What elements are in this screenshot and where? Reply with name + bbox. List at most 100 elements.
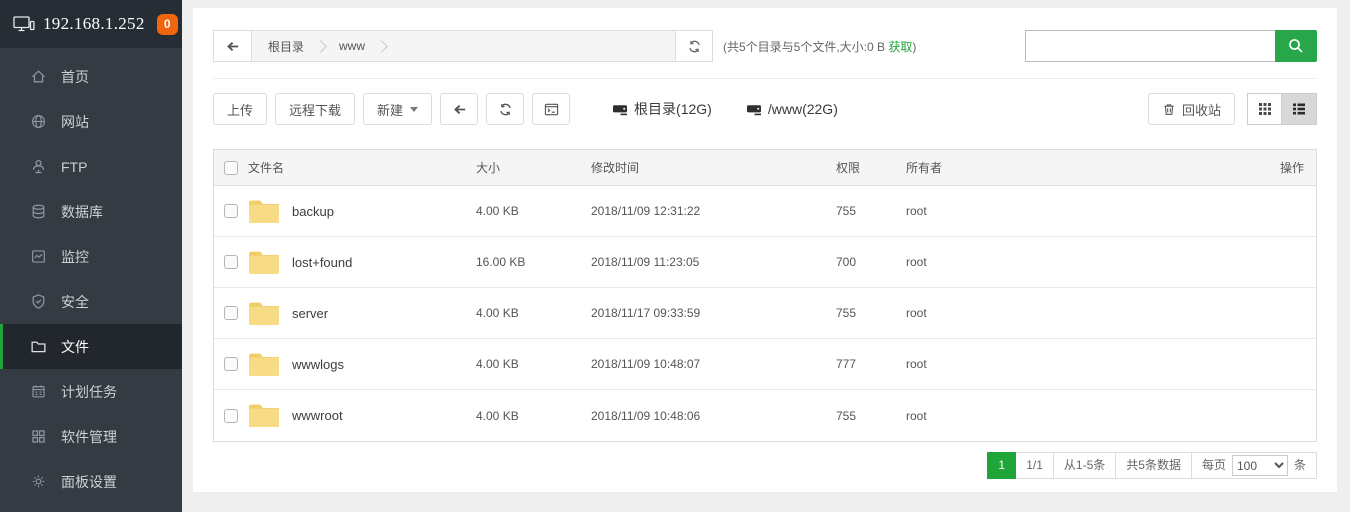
file-name[interactable]: server: [292, 306, 328, 321]
file-name[interactable]: wwwroot: [292, 408, 343, 423]
toolbar-refresh-button[interactable]: [486, 93, 524, 125]
sidebar-item-files[interactable]: 文件: [0, 324, 182, 369]
message-count-badge[interactable]: 0: [157, 14, 178, 35]
arrow-left-icon: [452, 102, 467, 117]
sidebar-item-software[interactable]: 软件管理: [0, 414, 182, 459]
file-owner: root: [906, 204, 1256, 218]
row-checkbox[interactable]: [224, 255, 238, 269]
sidebar-item-settings[interactable]: 面板设置: [0, 459, 182, 504]
sidebar-menu: 首页 网站 FTP 数据库 监控 安全 文件 计划任务: [0, 48, 182, 504]
per-page-select[interactable]: 100: [1232, 455, 1288, 476]
sidebar-item-database[interactable]: 数据库: [0, 189, 182, 234]
breadcrumb-refresh-button[interactable]: [675, 31, 712, 61]
software-icon: [30, 428, 47, 445]
back-button[interactable]: [214, 31, 252, 61]
sidebar-item-label: 网站: [61, 112, 89, 132]
page-button-1[interactable]: 1: [987, 452, 1016, 479]
sidebar-item-website[interactable]: 网站: [0, 99, 182, 144]
grid-view-button[interactable]: [1247, 93, 1282, 125]
sidebar-item-label: 数据库: [61, 202, 103, 222]
file-size: 4.00 KB: [476, 306, 591, 320]
disk-label: /www(22G): [768, 101, 838, 117]
list-view-button[interactable]: [1282, 93, 1317, 125]
disk-www[interactable]: /www(22G): [746, 101, 838, 117]
page-total-info: 共5条数据: [1116, 452, 1192, 479]
ftp-icon: [30, 158, 47, 175]
folder-icon[interactable]: [248, 301, 280, 326]
file-size: 4.00 KB: [476, 409, 591, 423]
row-checkbox[interactable]: [224, 409, 238, 423]
file-size: 4.00 KB: [476, 357, 591, 371]
cron-icon: [30, 383, 47, 400]
column-header-owner: 所有者: [906, 159, 1256, 176]
row-checkbox[interactable]: [224, 204, 238, 218]
file-size: 16.00 KB: [476, 255, 591, 269]
stats-suffix: ): [912, 40, 916, 54]
file-perm: 755: [836, 204, 906, 218]
disk-icon: [746, 102, 762, 117]
recycle-bin-button[interactable]: 回收站: [1148, 93, 1235, 125]
disk-icon: [612, 102, 628, 117]
breadcrumb-item-www[interactable]: www: [339, 39, 365, 53]
file-mtime: 2018/11/09 11:23:05: [591, 255, 836, 269]
sidebar-item-label: 监控: [61, 247, 89, 267]
breadcrumb-item-root[interactable]: 根目录: [268, 38, 304, 55]
upload-button[interactable]: 上传: [213, 93, 267, 125]
sidebar-item-label: 安全: [61, 292, 89, 312]
per-page-control: 每页 100 条: [1192, 452, 1317, 479]
sidebar-item-ftp[interactable]: FTP: [0, 144, 182, 189]
table-row: lost+found 16.00 KB 2018/11/09 11:23:05 …: [214, 237, 1316, 288]
breadcrumb-trail: 根目录 www: [252, 31, 675, 61]
table-header-row: 文件名 大小 修改时间 权限 所有者 操作: [214, 150, 1316, 186]
file-mtime: 2018/11/17 09:33:59: [591, 306, 836, 320]
table-row: backup 4.00 KB 2018/11/09 12:31:22 755 r…: [214, 186, 1316, 237]
search-input[interactable]: [1025, 30, 1275, 62]
sidebar-item-label: 面板设置: [61, 472, 117, 492]
column-header-name: 文件名: [248, 159, 476, 176]
folder-icon[interactable]: [248, 352, 280, 377]
row-checkbox[interactable]: [224, 357, 238, 371]
stats-get-link[interactable]: 获取: [888, 40, 912, 54]
file-mtime: 2018/11/09 10:48:06: [591, 409, 836, 423]
file-name[interactable]: backup: [292, 204, 334, 219]
monitor-icon: [30, 248, 47, 265]
folder-icon[interactable]: [248, 199, 280, 224]
folder-icon[interactable]: [248, 403, 280, 428]
server-header[interactable]: 192.168.1.252 0: [0, 0, 182, 48]
select-all-checkbox[interactable]: [224, 161, 238, 175]
sidebar-item-label: FTP: [61, 159, 87, 175]
server-monitor-icon: [13, 15, 35, 33]
row-checkbox[interactable]: [224, 306, 238, 320]
sidebar-item-cron[interactable]: 计划任务: [0, 369, 182, 414]
page-indicator: 1/1: [1016, 452, 1054, 479]
pagination-row: 1 1/1 从1-5条 共5条数据 每页 100 条: [213, 452, 1317, 479]
toolbar-back-button[interactable]: [440, 93, 478, 125]
chevron-right-icon: [375, 40, 388, 53]
file-owner: root: [906, 357, 1256, 371]
file-mtime: 2018/11/09 12:31:22: [591, 204, 836, 218]
file-name[interactable]: wwwlogs: [292, 357, 344, 372]
trash-icon: [1162, 102, 1176, 117]
path-row: 根目录 www (共5个目录与5个文件,大小:0 B 获取): [213, 30, 1317, 79]
sidebar-item-home[interactable]: 首页: [0, 54, 182, 99]
recycle-bin-label: 回收站: [1182, 100, 1221, 119]
grid-view-icon: [1258, 102, 1272, 116]
per-page-prefix: 每页: [1202, 453, 1226, 478]
sidebar-item-security[interactable]: 安全: [0, 279, 182, 324]
stats-text: (共5个目录与5个文件,大小:0 B: [723, 40, 888, 54]
file-perm: 777: [836, 357, 906, 371]
terminal-button[interactable]: [532, 93, 570, 125]
remote-download-button[interactable]: 远程下载: [275, 93, 355, 125]
disk-root[interactable]: 根目录(12G): [612, 99, 712, 119]
breadcrumb: 根目录 www: [213, 30, 713, 62]
folder-icon[interactable]: [248, 250, 280, 275]
sidebar-item-label: 首页: [61, 67, 89, 87]
table-row: server 4.00 KB 2018/11/17 09:33:59 755 r…: [214, 288, 1316, 339]
settings-icon: [30, 473, 47, 490]
main-area: 根目录 www (共5个目录与5个文件,大小:0 B 获取) 上传 远程下: [182, 0, 1350, 512]
sidebar-item-monitor[interactable]: 监控: [0, 234, 182, 279]
new-button[interactable]: 新建: [363, 93, 432, 125]
search-button[interactable]: [1275, 30, 1317, 62]
file-name[interactable]: lost+found: [292, 255, 352, 270]
terminal-icon: [544, 102, 559, 117]
